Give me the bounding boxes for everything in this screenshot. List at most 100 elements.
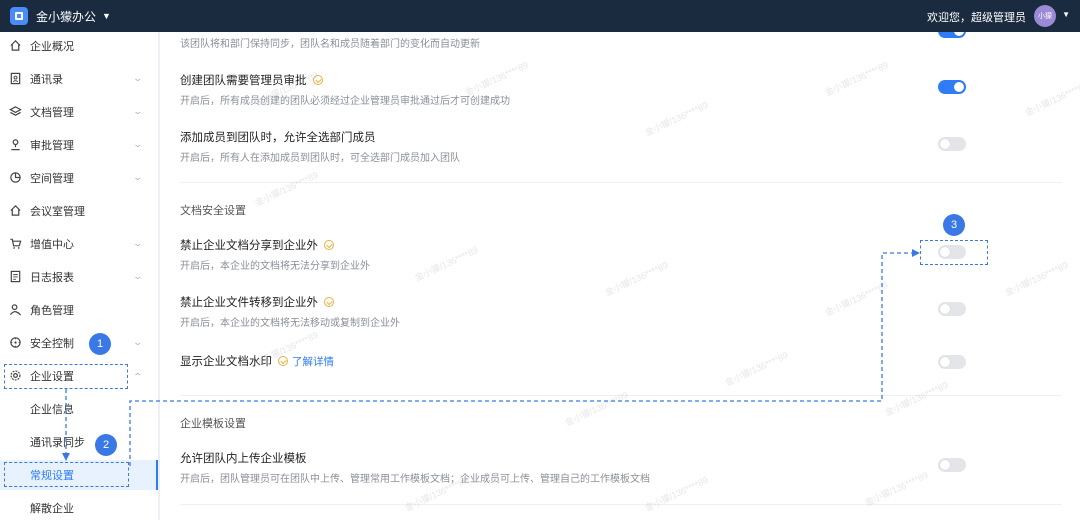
sidebar-subitem-contact-sync[interactable]: 通讯录同步 <box>0 427 158 457</box>
setting-description: 开启后，团队管理员可在团队中上传、管理常用工作模板文档；企业成员可上传、管理自己… <box>180 474 650 485</box>
sidebar-item-label: 日志报表 <box>30 271 74 284</box>
sidebar: 企业概况 通讯录 ⌄ 文档管理 ⌄ 审批管理 ⌄ 空间管理 ⌄ 会议室管理 增值… <box>0 32 160 520</box>
chevron-down-icon: ⌄ <box>132 106 144 116</box>
setting-title-text: 禁止企业文件转移到企业外 <box>180 297 318 309</box>
setting-toggle[interactable] <box>938 32 966 38</box>
watermark: 金小獴/136****89 <box>603 259 670 298</box>
sidebar-item-overview[interactable]: 企业概况 <box>0 29 158 62</box>
watermark: 金小獴/136****89 <box>823 279 890 318</box>
chevron-down-icon: ⌄ <box>132 337 144 347</box>
setting-title: 允许团队内上传企业模板 <box>180 453 307 465</box>
sidebar-item-label: 会议室管理 <box>30 205 85 218</box>
watermark: 金小獴/136****89 <box>723 349 790 388</box>
watermark: 金小獴/136****89 <box>253 169 320 208</box>
app-name: 金小獴办公 <box>36 9 97 24</box>
settings-panel: 该团队将和部门保持同步，团队名和成员随着部门的变化而自动更新 创建团队需要管理员… <box>162 32 1080 520</box>
sidebar-item-roles[interactable]: 角色管理 <box>0 293 158 326</box>
sidebar-subitem-label: 通讯录同步 <box>30 437 85 449</box>
sidebar-item-label: 安全控制 <box>30 337 74 350</box>
cart-icon <box>8 237 22 251</box>
learn-more-link[interactable]: 了解详情 <box>292 354 334 369</box>
setting-title: 禁止企业文档分享到企业外 <box>180 237 334 253</box>
watermark: 金小獴/136****89 <box>1023 79 1080 118</box>
watermark: 金小獴/136****89 <box>883 379 950 418</box>
setting-title: 创建团队需要管理员审批 <box>180 72 323 88</box>
select-all-toggle[interactable] <box>938 137 966 151</box>
watermark: 金小獴/136****89 <box>643 474 710 513</box>
layers-icon <box>8 105 22 119</box>
setting-description: 开启后，所有成员创建的团队必须经过企业管理员审批通过后才可创建成功 <box>180 96 510 107</box>
top-bar: 金小獴办公 ▼ 欢迎您，超级管理员 小獴 ▼ <box>0 0 1080 32</box>
highlight-share-toggle <box>920 240 988 265</box>
sidebar-item-meeting-room[interactable]: 会议室管理 <box>0 194 158 227</box>
watermark: 金小獴/136****89 <box>413 244 480 283</box>
sidebar-item-value-center[interactable]: 增值中心 ⌄ <box>0 227 158 260</box>
contacts-icon <box>8 72 22 86</box>
role-icon <box>8 303 22 317</box>
divider <box>180 504 1062 505</box>
sidebar-item-docs[interactable]: 文档管理 ⌄ <box>0 95 158 128</box>
highlight-general-settings <box>4 462 129 487</box>
caret-down-icon[interactable]: ▼ <box>1062 10 1070 19</box>
highlight-enterprise-settings <box>4 364 128 389</box>
sidebar-item-label: 企业概况 <box>30 40 74 53</box>
divider <box>180 182 1062 183</box>
setting-description: 该团队将和部门保持同步，团队名和成员随着部门的变化而自动更新 <box>180 39 480 50</box>
sidebar-item-label: 空间管理 <box>30 172 74 185</box>
sidebar-item-label: 增值中心 <box>30 238 74 251</box>
setting-title-text: 创建团队需要管理员审批 <box>180 75 307 87</box>
setting-description: 开启后，本企业的文档将无法移动或复制到企业外 <box>180 318 400 329</box>
watermark: 金小獴/136****89 <box>823 59 890 98</box>
chevron-down-icon: ⌄ <box>132 172 144 182</box>
setting-title: 禁止企业文件转移到企业外 <box>180 294 334 310</box>
chevron-up-icon: ⌄ <box>132 371 144 381</box>
sidebar-subitem-label: 解散企业 <box>30 503 74 515</box>
section-title: 文档安全设置 <box>180 205 246 217</box>
home-icon <box>8 204 22 218</box>
chevron-down-icon: ⌄ <box>132 238 144 248</box>
sidebar-item-log-report[interactable]: 日志报表 ⌄ <box>0 260 158 293</box>
compass-icon <box>8 336 22 350</box>
sidebar-item-label: 角色管理 <box>30 304 74 317</box>
user-icon <box>8 138 22 152</box>
sidebar-item-label: 审批管理 <box>30 139 74 152</box>
watermark: 金小獴/136****89 <box>643 99 710 138</box>
watermark: 金小獴/136****89 <box>1003 259 1070 298</box>
home-icon <box>8 39 22 53</box>
watermark-toggle[interactable] <box>938 355 966 369</box>
divider <box>180 395 1062 396</box>
premium-icon <box>324 297 334 307</box>
setting-title: 显示企业文档水印 了解详情 <box>180 353 334 369</box>
app-logo-icon <box>10 7 28 25</box>
section-title: 企业模板设置 <box>180 418 246 430</box>
org-switcher[interactable]: 金小獴办公 ▼ <box>10 7 111 25</box>
setting-description: 开启后，所有人在添加成员到团队时，可全选部门成员加入团队 <box>180 153 460 164</box>
sidebar-item-approval[interactable]: 审批管理 ⌄ <box>0 128 158 161</box>
setting-description: 开启后，本企业的文档将无法分享到企业外 <box>180 261 370 272</box>
sidebar-subitem-enterprise-info[interactable]: 企业信息 <box>0 394 158 424</box>
sidebar-item-security[interactable]: 安全控制 ⌄ <box>0 326 158 359</box>
sidebar-item-space[interactable]: 空间管理 ⌄ <box>0 161 158 194</box>
report-icon <box>8 270 22 284</box>
transfer-outside-toggle[interactable] <box>938 302 966 316</box>
sidebar-subitem-label: 企业信息 <box>30 404 74 416</box>
setting-title: 添加成员到团队时，允许全选部门成员 <box>180 132 376 144</box>
annotation-badge: 1 <box>89 333 111 355</box>
annotation-badge: 3 <box>943 214 965 236</box>
approval-toggle[interactable] <box>938 80 966 94</box>
template-upload-toggle[interactable] <box>938 458 966 472</box>
sidebar-item-label: 文档管理 <box>30 106 74 119</box>
annotation-badge: 2 <box>95 434 117 456</box>
sidebar-item-contacts[interactable]: 通讯录 ⌄ <box>0 62 158 95</box>
watermark: 金小獴/136****89 <box>863 469 930 508</box>
premium-icon <box>278 356 288 366</box>
caret-down-icon: ▼ <box>102 11 111 21</box>
premium-icon <box>312 75 323 85</box>
premium-icon <box>324 240 334 250</box>
chevron-down-icon: ⌄ <box>132 271 144 281</box>
avatar[interactable]: 小獴 <box>1034 5 1056 27</box>
sidebar-subitem-dissolve[interactable]: 解散企业 <box>0 493 158 520</box>
chevron-down-icon: ⌄ <box>132 139 144 149</box>
pie-chart-icon <box>8 171 22 185</box>
setting-title-text: 禁止企业文档分享到企业外 <box>180 240 318 252</box>
